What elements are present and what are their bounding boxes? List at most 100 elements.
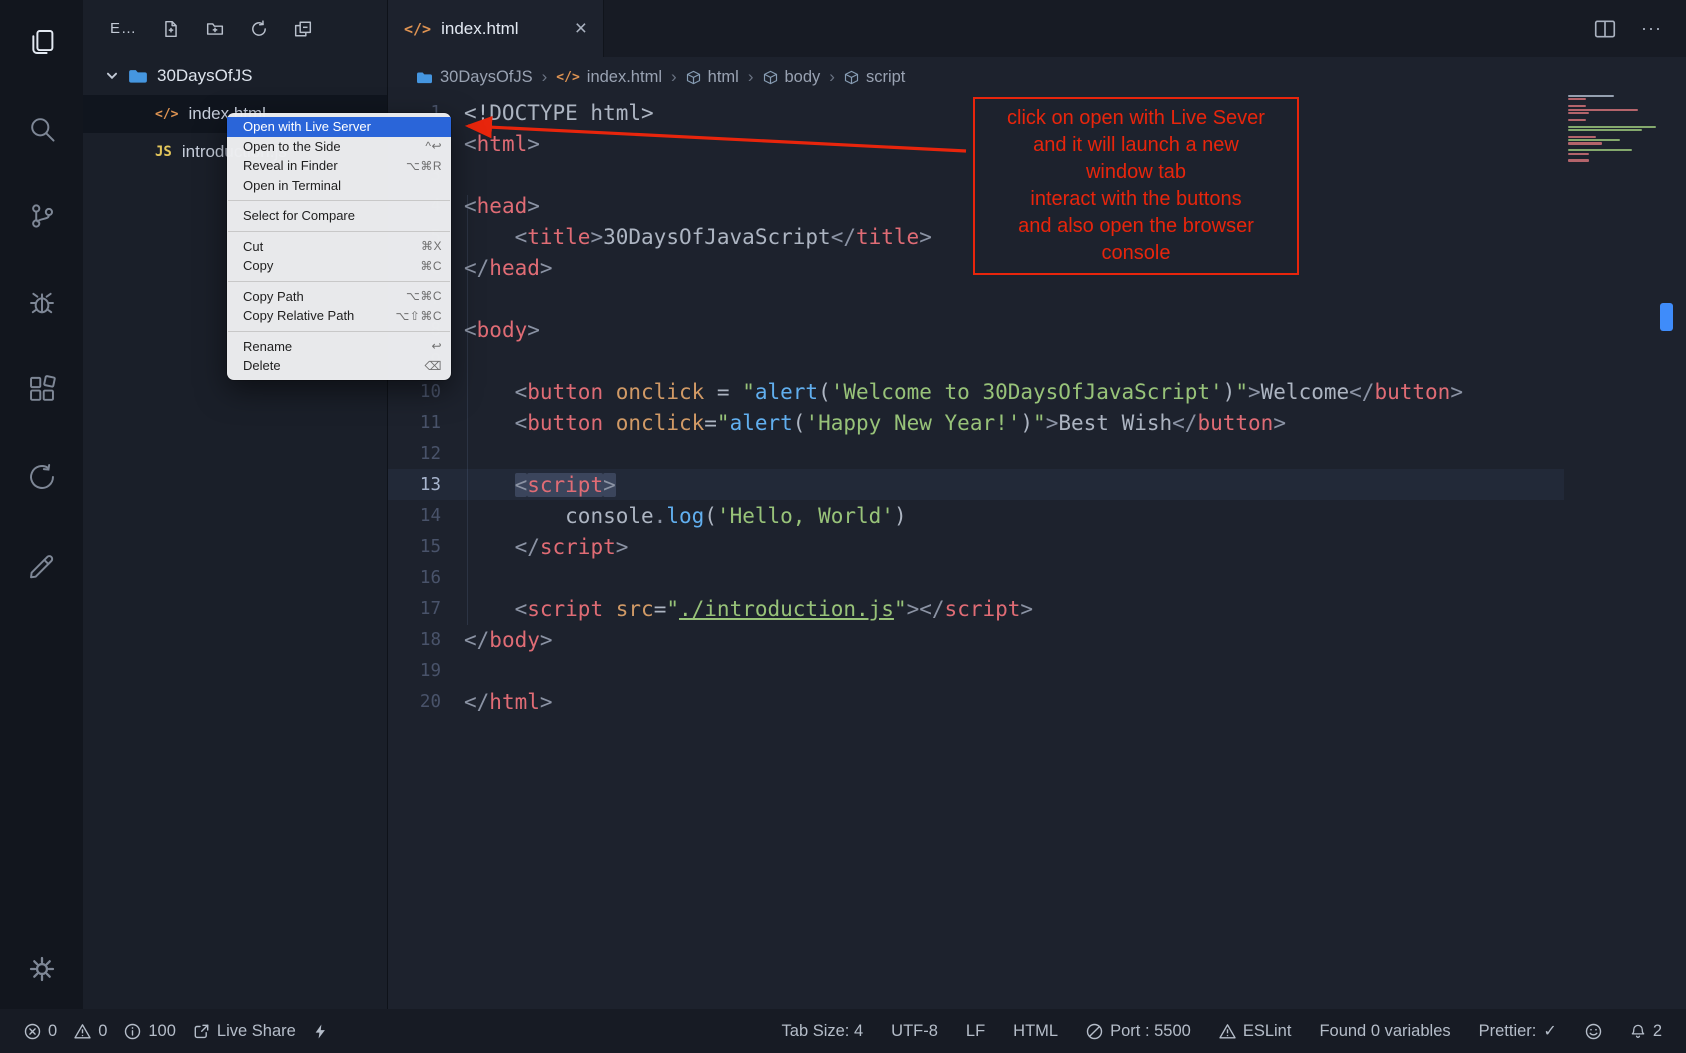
code-line-12[interactable]: 12 [388,438,1564,469]
breadcrumbs: 30DaysOfJS›</>index.html›html›body›scrip… [388,57,1686,97]
code-line-19[interactable]: 19 [388,655,1564,686]
pen-icon [27,549,57,579]
activity-pen-tool[interactable] [20,542,64,586]
status-errors[interactable]: 0 [24,1022,57,1041]
status-tab-size[interactable]: Tab Size: 4 [782,1022,864,1041]
activity-history[interactable] [20,455,64,499]
bell-icon [1630,1023,1646,1040]
info-circle-icon [124,1023,141,1040]
breadcrumb-separator: › [542,67,548,87]
split-editor-icon[interactable] [1593,17,1617,41]
activity-settings[interactable] [20,947,64,991]
code-line-8[interactable]: 8<body> [388,314,1564,345]
status-eslint[interactable]: ESLint [1219,1022,1292,1041]
menu-item-copy-relative-path[interactable]: Copy Relative Path⌥⇧⌘C [227,306,451,326]
code-line-10[interactable]: 10 <button onclick = "alert('Welcome to … [388,376,1564,407]
code-line-13[interactable]: 13 <script> [388,469,1564,500]
status-encoding[interactable]: UTF-8 [891,1022,938,1041]
folder-name: 30DaysOfJS [157,66,252,86]
explorer-actions [162,20,312,38]
refresh-icon[interactable] [250,20,268,38]
code-line-9[interactable]: 9 [388,345,1564,376]
menu-item-copy-path[interactable]: Copy Path⌥⌘C [227,287,451,307]
code-line-15[interactable]: 15 </script> [388,531,1564,562]
menu-item-open-with-live-server[interactable]: Open with Live Server [227,117,451,137]
menu-item-open-in-terminal[interactable]: Open in Terminal [227,176,451,196]
status-language[interactable]: HTML [1013,1022,1058,1041]
js-file-icon: JS [155,144,172,160]
code-line-18[interactable]: 18</body> [388,624,1564,655]
activity-source-control[interactable] [20,194,64,238]
tab-bar: </> index.html × ··· [388,0,1686,57]
status-port[interactable]: Port : 5500 [1086,1022,1191,1041]
code-line-20[interactable]: 20</html> [388,686,1564,717]
chevron-down-icon [105,69,119,83]
code-line-11[interactable]: 11 <button onclick="alert('Happy New Yea… [388,407,1564,438]
tab-label: index.html [441,19,518,39]
live-share-icon [193,1023,210,1040]
folder-icon [128,67,148,85]
code-icon: </> [556,70,579,85]
code-line-16[interactable]: 16 [388,562,1564,593]
circular-arrow-icon [27,462,57,492]
new-folder-icon[interactable] [206,20,224,38]
status-bar: 00 100 Live Share Tab Size: 4 UTF-8 LF HTML Po… [0,1009,1686,1053]
status-prettier[interactable]: Prettier:✓ [1479,1021,1557,1041]
breadcrumb-body[interactable]: body [763,68,821,87]
breadcrumb-30daysofjs[interactable]: 30DaysOfJS [416,68,533,87]
activity-run-debug[interactable] [20,281,64,325]
extensions-icon [27,375,57,405]
menu-item-open-to-the-side[interactable]: Open to the Side^↩ [227,137,451,157]
collapse-all-icon[interactable] [294,20,312,38]
warning-triangle-icon [74,1023,91,1040]
breadcrumb-script[interactable]: script [844,68,905,87]
menu-item-reveal-in-finder[interactable]: Reveal in Finder⌥⌘R [227,156,451,176]
files-icon [27,27,57,57]
code-line-14[interactable]: 14 console.log('Hello, World') [388,500,1564,531]
activity-search[interactable] [20,107,64,151]
folder-icon [416,70,433,85]
status-eol[interactable]: LF [966,1022,985,1041]
annotation-line: console [977,240,1295,267]
vscode-window: E… 30DaysOfJS </> index.html JS introduc… [0,0,1686,1053]
status-info[interactable]: 100 [124,1022,176,1041]
menu-separator [228,281,450,282]
menu-item-select-for-compare[interactable]: Select for Compare [227,206,451,226]
tabbar-actions: ··· [1593,0,1686,57]
status-right: Tab Size: 4 UTF-8 LF HTML Port : 5500 ESLint F… [782,1021,1662,1041]
menu-item-cut[interactable]: Cut⌘X [227,237,451,257]
menu-item-delete[interactable]: Delete⌫ [227,356,451,376]
status-lightning[interactable] [313,1023,328,1040]
breadcrumb-separator: › [748,67,754,87]
status-variables[interactable]: Found 0 variables [1319,1022,1450,1041]
tab-index-html[interactable]: </> index.html × [388,0,604,57]
menu-separator [228,331,450,332]
cube-icon [686,70,701,85]
code-line-7[interactable]: 7 [388,283,1564,314]
status-live-share[interactable]: Live Share [193,1022,296,1041]
activity-extensions[interactable] [20,368,64,412]
more-actions-icon[interactable]: ··· [1641,18,1662,39]
new-file-icon[interactable] [162,20,180,38]
annotation-line: click on open with Live Sever [977,105,1295,132]
status-left: 00 100 Live Share [24,1022,328,1041]
status-warnings[interactable]: 0 [74,1022,107,1041]
folder-row-30daysofjs[interactable]: 30DaysOfJS [83,57,387,95]
scrollbar-marker[interactable] [1660,303,1673,331]
menu-item-copy[interactable]: Copy⌘C [227,256,451,276]
breadcrumb-html[interactable]: html [686,68,739,87]
minimap[interactable] [1568,95,1660,162]
cube-icon [844,70,859,85]
close-icon[interactable]: × [575,18,587,39]
port-slash-icon [1086,1023,1103,1040]
lightning-icon [313,1023,328,1040]
code-line-17[interactable]: 17 <script src="./introduction.js"></scr… [388,593,1564,624]
bug-icon [27,288,57,318]
status-notifications[interactable]: 2 [1630,1022,1662,1041]
breadcrumb-index-html[interactable]: </>index.html [556,68,662,87]
status-feedback[interactable] [1585,1023,1602,1040]
activity-explorer[interactable] [20,20,64,64]
menu-item-rename[interactable]: Rename↩ [227,337,451,357]
html-file-icon: </> [404,20,431,38]
error-circle-icon [24,1023,41,1040]
